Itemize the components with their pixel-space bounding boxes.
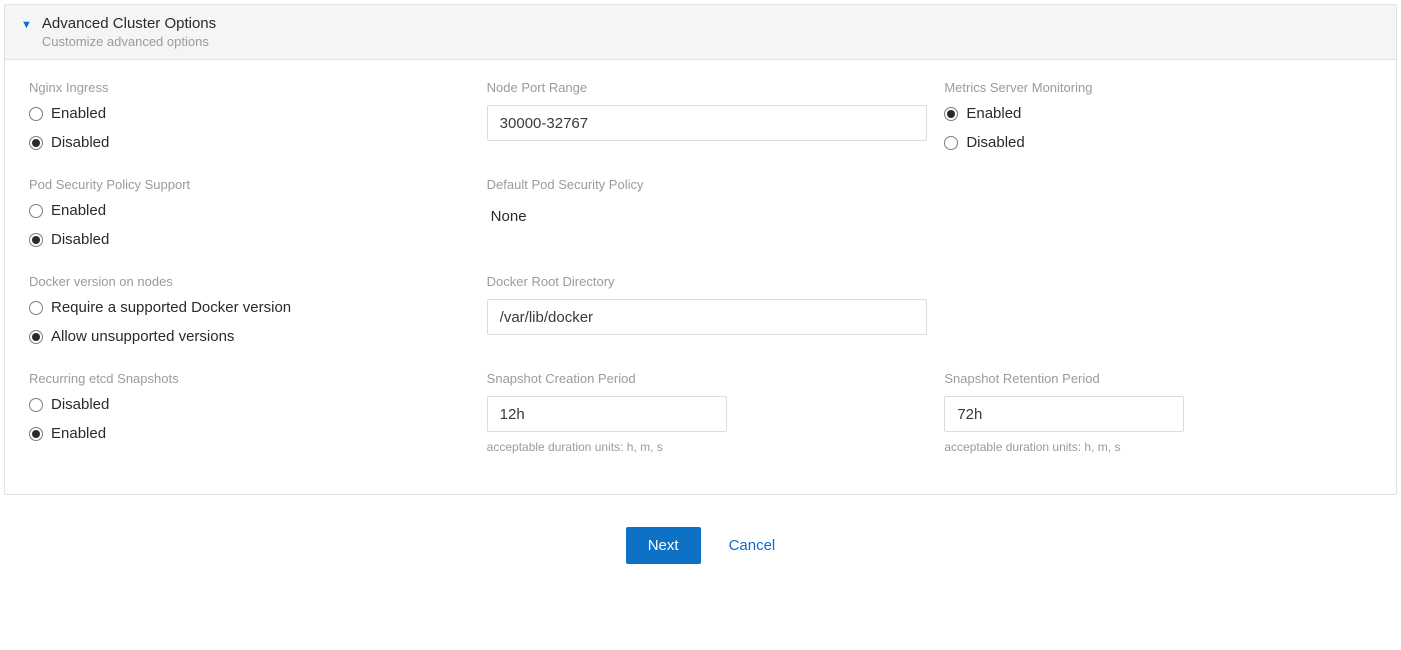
field-label: Pod Security Policy Support bbox=[29, 177, 457, 192]
radio-label: Disabled bbox=[51, 231, 109, 248]
radio-icon bbox=[29, 398, 43, 412]
radio-label: Disabled bbox=[51, 134, 109, 151]
radio-label: Require a supported Docker version bbox=[51, 299, 291, 316]
field-label: Recurring etcd Snapshots bbox=[29, 371, 457, 386]
radio-label: Enabled bbox=[51, 105, 106, 122]
disclosure-triangle-icon[interactable]: ▼ bbox=[21, 19, 32, 31]
metrics-server-field: Metrics Server Monitoring Enabled Disabl… bbox=[944, 80, 1372, 151]
next-button[interactable]: Next bbox=[626, 527, 701, 564]
docker-version-require-radio[interactable]: Require a supported Docker version bbox=[29, 299, 457, 316]
field-label: Docker version on nodes bbox=[29, 274, 457, 289]
panel-subtitle: Customize advanced options bbox=[42, 34, 216, 49]
snapshot-creation-field: Snapshot Creation Period acceptable dura… bbox=[487, 371, 915, 454]
pod-security-enabled-radio[interactable]: Enabled bbox=[29, 202, 457, 219]
empty-col bbox=[944, 177, 1372, 248]
cancel-button[interactable]: Cancel bbox=[729, 537, 776, 554]
field-label: Docker Root Directory bbox=[487, 274, 915, 289]
nginx-ingress-field: Nginx Ingress Enabled Disabled bbox=[29, 80, 457, 151]
default-pod-security-policy-value: None bbox=[487, 202, 915, 231]
radio-label: Disabled bbox=[966, 134, 1024, 151]
field-label: Nginx Ingress bbox=[29, 80, 457, 95]
radio-icon bbox=[944, 107, 958, 121]
recurring-etcd-field: Recurring etcd Snapshots Disabled Enable… bbox=[29, 371, 457, 454]
node-port-range-input[interactable] bbox=[487, 105, 927, 141]
radio-label: Enabled bbox=[966, 105, 1021, 122]
panel-header[interactable]: ▼ Advanced Cluster Options Customize adv… bbox=[5, 5, 1396, 60]
docker-root-dir-input[interactable] bbox=[487, 299, 927, 335]
field-label: Snapshot Creation Period bbox=[487, 371, 915, 386]
docker-version-field: Docker version on nodes Require a suppor… bbox=[29, 274, 457, 345]
radio-icon bbox=[944, 136, 958, 150]
radio-icon bbox=[29, 107, 43, 121]
radio-icon bbox=[29, 204, 43, 218]
snapshot-retention-input[interactable] bbox=[944, 396, 1184, 432]
recurring-etcd-disabled-radio[interactable]: Disabled bbox=[29, 396, 457, 413]
helper-text: acceptable duration units: h, m, s bbox=[944, 440, 1372, 454]
radio-label: Enabled bbox=[51, 202, 106, 219]
footer-actions: Next Cancel bbox=[0, 499, 1401, 584]
nginx-ingress-enabled-radio[interactable]: Enabled bbox=[29, 105, 457, 122]
radio-icon bbox=[29, 427, 43, 441]
metrics-server-enabled-radio[interactable]: Enabled bbox=[944, 105, 1372, 122]
pod-security-disabled-radio[interactable]: Disabled bbox=[29, 231, 457, 248]
field-label: Snapshot Retention Period bbox=[944, 371, 1372, 386]
docker-root-dir-field: Docker Root Directory bbox=[487, 274, 915, 345]
panel-body: Nginx Ingress Enabled Disabled Node Port… bbox=[5, 60, 1396, 494]
docker-version-allow-radio[interactable]: Allow unsupported versions bbox=[29, 328, 457, 345]
nginx-ingress-disabled-radio[interactable]: Disabled bbox=[29, 134, 457, 151]
field-label: Default Pod Security Policy bbox=[487, 177, 915, 192]
helper-text: acceptable duration units: h, m, s bbox=[487, 440, 915, 454]
panel-title: Advanced Cluster Options bbox=[42, 15, 216, 32]
field-label: Node Port Range bbox=[487, 80, 915, 95]
snapshot-retention-field: Snapshot Retention Period acceptable dur… bbox=[944, 371, 1372, 454]
radio-icon bbox=[29, 136, 43, 150]
radio-label: Enabled bbox=[51, 425, 106, 442]
empty-col bbox=[944, 274, 1372, 345]
recurring-etcd-enabled-radio[interactable]: Enabled bbox=[29, 425, 457, 442]
field-label: Metrics Server Monitoring bbox=[944, 80, 1372, 95]
radio-icon bbox=[29, 233, 43, 247]
node-port-range-field: Node Port Range bbox=[487, 80, 915, 151]
radio-label: Disabled bbox=[51, 396, 109, 413]
radio-icon bbox=[29, 301, 43, 315]
radio-icon bbox=[29, 330, 43, 344]
advanced-cluster-options-panel: ▼ Advanced Cluster Options Customize adv… bbox=[4, 4, 1397, 495]
metrics-server-disabled-radio[interactable]: Disabled bbox=[944, 134, 1372, 151]
radio-label: Allow unsupported versions bbox=[51, 328, 234, 345]
default-pod-security-policy-field: Default Pod Security Policy None bbox=[487, 177, 915, 248]
snapshot-creation-input[interactable] bbox=[487, 396, 727, 432]
pod-security-policy-field: Pod Security Policy Support Enabled Disa… bbox=[29, 177, 457, 248]
